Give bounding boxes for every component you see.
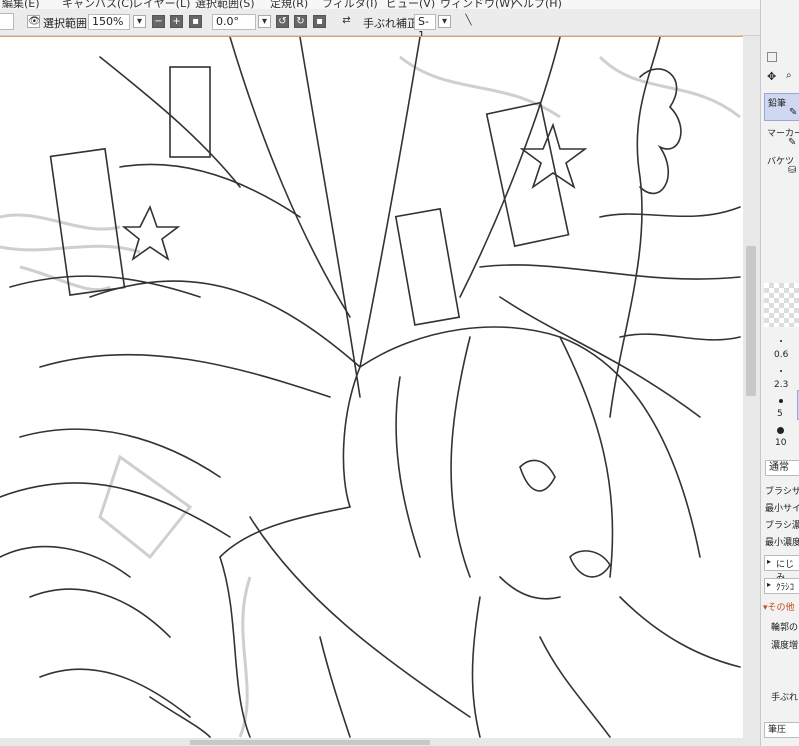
size-dot <box>780 370 782 372</box>
menu-view[interactable]: ビュー(V) <box>386 0 435 9</box>
vertical-scrollbar[interactable] <box>743 36 760 738</box>
menu-ruler[interactable]: 定規(R) <box>270 0 308 9</box>
size-dot <box>777 427 784 434</box>
eye-icon[interactable]: 👁 <box>27 15 41 28</box>
color-swatch[interactable] <box>0 13 14 30</box>
blur-select[interactable]: ▸ にじみ <box>764 555 799 583</box>
blend-mode-select[interactable]: 通常 <box>765 460 799 476</box>
zoom-field[interactable]: 150% <box>88 14 130 30</box>
other-section-header[interactable]: ▾その他 <box>763 600 795 613</box>
select-rect-icon[interactable] <box>767 52 777 62</box>
angle-dropdown-icon[interactable]: ▾ <box>258 15 271 28</box>
move-icon[interactable]: ✥ <box>767 70 776 83</box>
menu-selection[interactable]: 選択範囲(S) <box>195 0 255 9</box>
brush-density-label: ブラシ濃 <box>765 521 799 531</box>
stabilizer-prop-label: 手ぶれ <box>771 693 799 703</box>
brush-size-0-6[interactable]: 0.6 <box>761 336 797 364</box>
vertical-scroll-thumb[interactable] <box>746 246 756 396</box>
menu-bar: 編集(E) キャンバス(C) レイヤー(L) 選択範囲(S) 定規(R) フィル… <box>0 0 799 9</box>
tool-marker[interactable]: マーカー ✎ <box>764 124 799 150</box>
density-increase-label: 濃度増 <box>771 641 799 651</box>
other-label: その他 <box>767 603 795 613</box>
toolbar: 👁 選択範囲 150% ▾ − + ▪ 0.0° ▾ ↺ ↻ ▪ ⇄ 手ぶれ補正… <box>0 9 760 42</box>
brush-size-10[interactable]: 10 <box>761 424 797 452</box>
zoom-in-button[interactable]: + <box>170 15 183 28</box>
menu-canvas[interactable]: キャンバス(C) <box>62 0 133 9</box>
rotate-reset-button[interactable]: ▪ <box>313 15 326 28</box>
horizontal-scrollbar[interactable] <box>0 738 760 746</box>
bucket-icon: ⛁ <box>788 165 797 176</box>
brush-size-label: 2.3 <box>774 380 789 390</box>
marker-icon: ✎ <box>788 137 797 148</box>
brush-preview <box>764 283 799 327</box>
rotate-right-button[interactable]: ↻ <box>294 15 307 28</box>
expand-icon: ▸ <box>767 580 772 589</box>
size-dot <box>779 399 783 403</box>
tool-bucket[interactable]: バケツ ⛁ <box>764 152 798 178</box>
stabilizer-field[interactable]: S-1 <box>414 14 436 42</box>
menu-help[interactable]: ヘルプ(H) <box>512 0 562 9</box>
line-tool-icon[interactable]: ╲ <box>462 15 475 28</box>
horizontal-scroll-thumb[interactable] <box>190 740 430 745</box>
line-art-drawing <box>0 37 741 738</box>
size-dot <box>780 340 782 342</box>
tool-pencil-label: 鉛筆 <box>768 99 787 109</box>
expand-icon: ▸ <box>767 557 772 566</box>
zoom-out-button[interactable]: − <box>152 15 165 28</box>
brush-size-label: 5 <box>777 409 783 419</box>
pencil-icon: ✎ <box>789 107 798 118</box>
outline-label: 輪郭の <box>771 623 799 633</box>
brush-size-prop-label: ブラシサ <box>765 487 799 497</box>
stabilizer-dropdown-icon[interactable]: ▾ <box>438 15 451 28</box>
tool-pencil[interactable]: 鉛筆 ✎ <box>764 93 799 121</box>
min-size-label: 最小サイ <box>765 504 799 514</box>
zoom-reset-button[interactable]: ▪ <box>189 15 202 28</box>
selection-area-label: 選択範囲 <box>43 17 87 30</box>
menu-filter[interactable]: フィルタ(I) <box>322 0 378 9</box>
menu-edit[interactable]: 編集(E) <box>2 0 40 9</box>
menu-layer[interactable]: レイヤー(L) <box>132 0 190 9</box>
brush-size-5[interactable]: 5 <box>761 395 797 423</box>
rotate-left-button[interactable]: ↺ <box>276 15 289 28</box>
tool-panel: ✥ ⌕ 鉛筆 ✎ マーカー ✎ バケツ ⛁ 0.6 2.3 5 10 通常 ブラ… <box>760 0 799 746</box>
flip-icon[interactable]: ⇄ <box>340 15 353 28</box>
menu-window[interactable]: ウィンドウ(W) <box>440 0 514 9</box>
pen-pressure-field[interactable]: 筆圧 <box>764 722 799 738</box>
brush-size-label: 10 <box>775 438 787 448</box>
min-density-label: 最小濃度 <box>765 538 799 548</box>
classic-select[interactable]: ▸ ｸﾗｼｺ <box>764 578 799 594</box>
classic-label: ｸﾗｼｺ <box>776 583 795 593</box>
angle-field[interactable]: 0.0° <box>212 14 256 30</box>
zoom-icon[interactable]: ⌕ <box>786 70 792 81</box>
drawing-canvas[interactable] <box>0 36 743 739</box>
brush-size-2-3[interactable]: 2.3 <box>761 366 797 394</box>
zoom-dropdown-icon[interactable]: ▾ <box>133 15 146 28</box>
stabilizer-label: 手ぶれ補正 <box>363 17 418 30</box>
brush-size-label: 0.6 <box>774 350 789 360</box>
